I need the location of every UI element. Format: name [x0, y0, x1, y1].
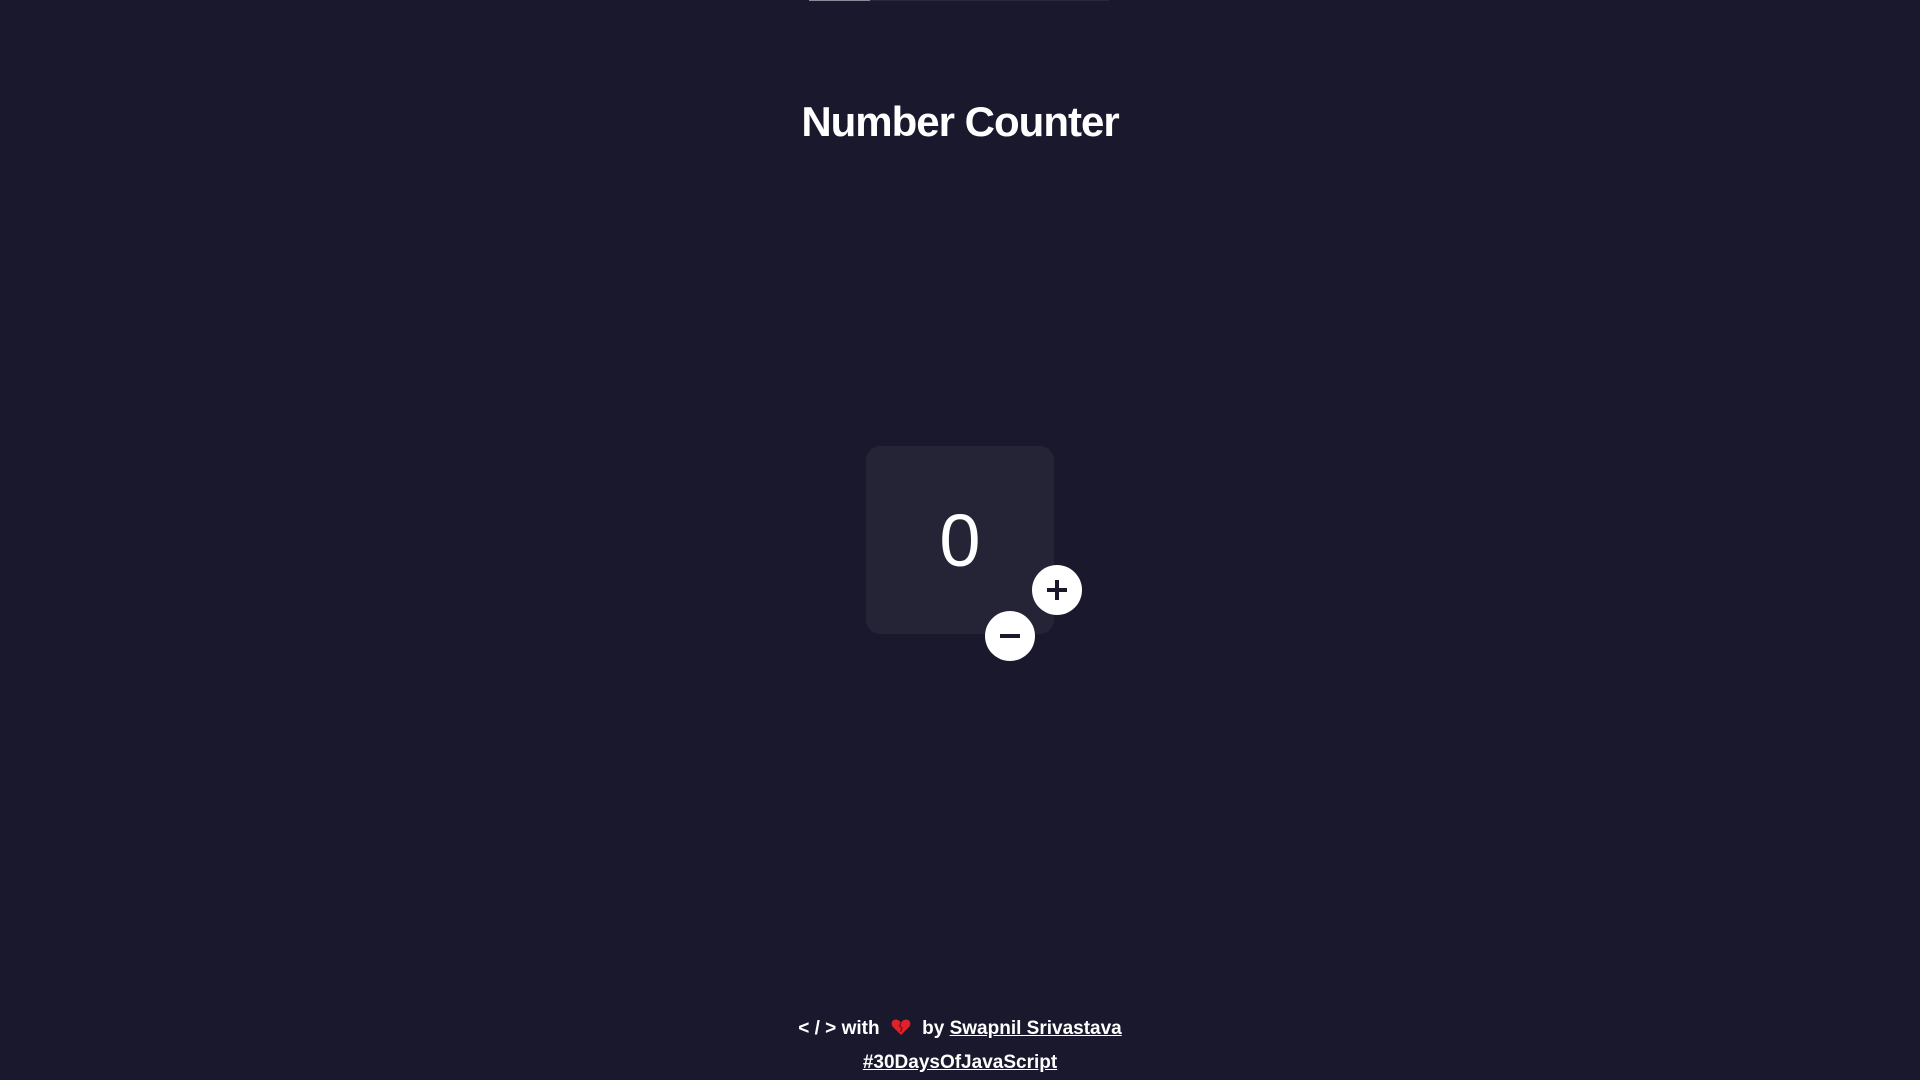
footer-by-text: by — [922, 1018, 945, 1039]
decrement-button[interactable] — [985, 611, 1035, 661]
page-title: Number Counter — [801, 98, 1119, 145]
code-glyph: < / > — [798, 1018, 837, 1039]
plus-icon — [1047, 580, 1067, 600]
hashtag-link[interactable]: #30DaysOfJavaScript — [863, 1052, 1057, 1073]
footer-hashtag-line: #30DaysOfJavaScript — [0, 1047, 1920, 1079]
increment-button[interactable] — [1032, 565, 1082, 615]
page: Number Counter 0 < / > with by Swapnil S… — [0, 0, 1920, 1080]
counter-value: 0 — [939, 499, 981, 582]
minus-icon — [1000, 634, 1020, 638]
heart-icon — [891, 1015, 911, 1047]
footer: < / > with by Swapnil Srivastava #30Days… — [0, 1013, 1920, 1079]
top-divider-indicator — [809, 0, 870, 1]
footer-credit-line: < / > with by Swapnil Srivastava — [0, 1013, 1920, 1047]
counter-card: 0 — [866, 446, 1054, 634]
author-link[interactable]: Swapnil Srivastava — [950, 1018, 1122, 1039]
footer-with-text: with — [841, 1018, 880, 1039]
